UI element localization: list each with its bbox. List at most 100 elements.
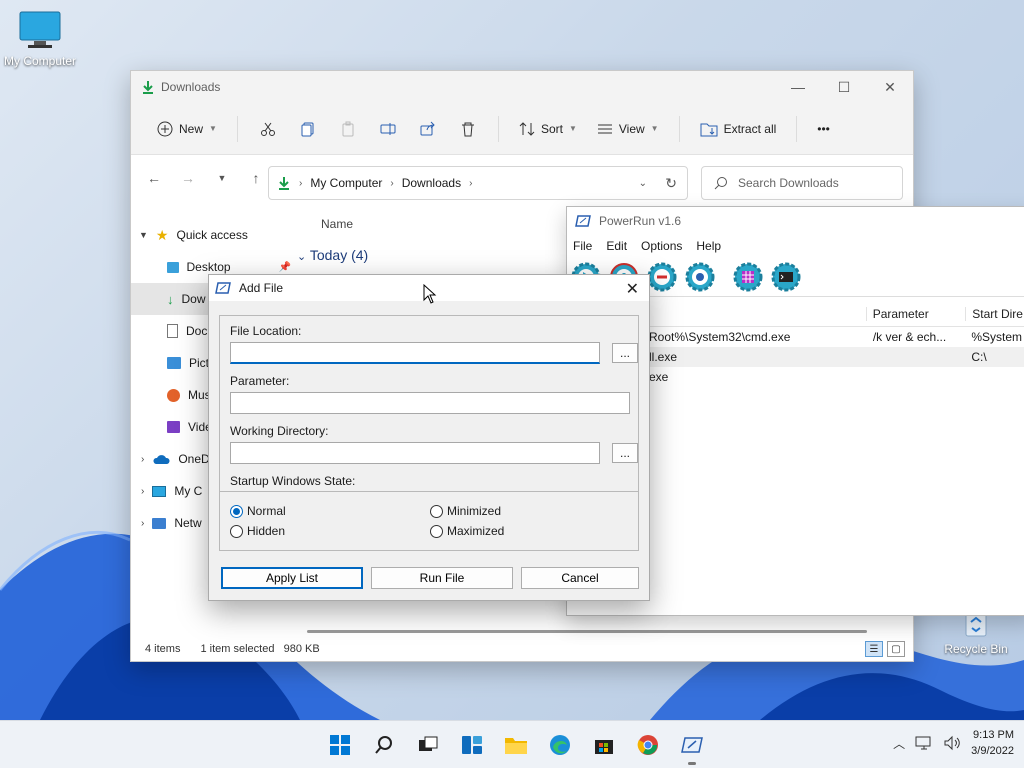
gear-grid-icon <box>733 262 763 291</box>
clock-time: 9:13 PM <box>973 729 1014 741</box>
column-header-name[interactable]: Name <box>321 217 353 231</box>
grid-button[interactable] <box>731 260 765 294</box>
parameter-input[interactable] <box>230 392 630 414</box>
window-title: Downloads <box>161 80 221 94</box>
breadcrumb-my-computer[interactable]: My Computer <box>310 176 382 190</box>
radio-normal[interactable]: Normal <box>230 504 286 518</box>
sort-button[interactable]: Sort ▼ <box>511 115 585 143</box>
new-button[interactable]: New ▼ <box>149 115 225 143</box>
up-arrow-icon[interactable]: ↑ <box>245 170 267 186</box>
extract-all-button[interactable]: Extract all <box>692 115 785 143</box>
large-icons-view-button[interactable]: ▢ <box>887 641 905 657</box>
column-header-start-directory[interactable]: Start Dire <box>965 306 1024 321</box>
paste-button[interactable] <box>330 121 366 137</box>
rename-button[interactable] <box>370 121 406 137</box>
command-prompt-button[interactable] <box>769 260 803 294</box>
powerrun-app-icon <box>215 282 231 294</box>
chevron-right-icon: › <box>141 485 145 497</box>
recent-locations-chevron-icon[interactable]: ▼ <box>211 173 233 183</box>
close-button[interactable]: ✕ <box>867 71 913 103</box>
view-button[interactable]: View ▼ <box>589 115 667 143</box>
chevron-right-icon: › <box>141 517 145 529</box>
refresh-icon[interactable]: ↻ <box>665 175 677 192</box>
nav-item-quick-access[interactable]: ▼ ★ Quick access <box>131 219 291 251</box>
chevron-down-icon: ⌄ <box>297 251 307 263</box>
widgets-button[interactable] <box>452 729 492 761</box>
store-button[interactable] <box>584 729 624 761</box>
share-button[interactable] <box>410 121 446 137</box>
menu-options[interactable]: Options <box>641 239 682 253</box>
powerrun-app-icon <box>575 215 591 227</box>
network-icon[interactable] <box>915 735 933 751</box>
search-button[interactable] <box>364 729 404 761</box>
apply-list-button[interactable]: Apply List <box>221 567 363 589</box>
working-directory-input[interactable] <box>230 442 600 464</box>
clock-date: 3/9/2022 <box>971 745 1014 757</box>
cut-button[interactable] <box>250 121 286 137</box>
nav-item-label: Netw <box>174 516 202 530</box>
maximize-button[interactable]: ☐ <box>821 71 867 103</box>
delete-button[interactable] <box>450 121 486 137</box>
close-icon[interactable]: ✕ <box>626 279 639 299</box>
trash-icon <box>461 122 474 136</box>
chrome-button[interactable] <box>628 729 668 761</box>
more-options-button[interactable]: ••• <box>809 116 838 142</box>
radio-minimized[interactable]: Minimized <box>430 504 501 518</box>
desktop-icon-my-computer[interactable]: My Computer <box>0 10 80 68</box>
nav-item-label: OneD <box>178 452 210 466</box>
task-view-icon <box>419 736 438 751</box>
system-tray: ︿ 9:13 PM 3/9/2022 <box>893 727 1014 759</box>
copy-button[interactable] <box>290 121 326 137</box>
menu-file[interactable]: File <box>573 239 592 253</box>
search-box[interactable]: Search Downloads <box>701 166 903 200</box>
status-selected: 1 item selected 980 KB <box>200 643 319 655</box>
powerrun-titlebar[interactable]: PowerRun v1.6 <box>567 207 1024 235</box>
chevron-up-icon[interactable]: ︿ <box>893 735 905 752</box>
sort-icon <box>519 121 535 136</box>
forward-arrow-icon[interactable]: → <box>177 170 199 186</box>
column-header-parameter[interactable]: Parameter <box>865 306 966 321</box>
store-bag-icon <box>595 740 613 754</box>
radio-label: Hidden <box>247 524 286 538</box>
remove-button[interactable] <box>645 260 679 294</box>
clipboard-icon <box>342 121 354 136</box>
address-bar[interactable]: › My Computer › Downloads › ⌄ ↻ <box>268 166 688 200</box>
more-label: ••• <box>817 121 830 136</box>
nav-item-label: My C <box>174 484 203 498</box>
details-view-button[interactable]: ☰ <box>865 641 883 657</box>
document-icon <box>167 324 178 338</box>
download-arrow-icon <box>279 177 289 190</box>
monitor-icon <box>19 11 61 48</box>
cloud-icon <box>153 455 170 464</box>
new-label: New <box>179 121 204 136</box>
back-arrow-icon[interactable]: ← <box>143 170 165 186</box>
chevron-down-icon[interactable]: ⌄ <box>639 178 647 189</box>
edge-button[interactable] <box>540 729 580 761</box>
cancel-button[interactable]: Cancel <box>521 567 639 589</box>
toolbar-divider <box>497 115 499 142</box>
task-view-button[interactable] <box>408 729 448 761</box>
explorer-titlebar[interactable]: Downloads — ☐ ✕ <box>131 71 913 103</box>
desktop-icon-label: Recycle Bin <box>944 642 1008 656</box>
clock[interactable]: 9:13 PM 3/9/2022 <box>971 727 1014 759</box>
menu-help[interactable]: Help <box>696 239 721 253</box>
radio-hidden[interactable]: Hidden <box>230 524 285 538</box>
browse-file-button[interactable]: ... <box>612 343 638 363</box>
status-selected-label: 1 item selected <box>200 643 275 655</box>
view-label: View <box>618 121 645 136</box>
file-explorer-taskbar-button[interactable] <box>496 729 536 761</box>
volume-icon[interactable] <box>943 735 961 751</box>
menu-edit[interactable]: Edit <box>606 239 627 253</box>
browse-directory-button[interactable]: ... <box>612 443 638 463</box>
powerrun-taskbar-button[interactable] <box>672 729 712 765</box>
run-file-button[interactable]: Run File <box>371 567 513 589</box>
file-location-input[interactable] <box>230 342 600 364</box>
horizontal-scrollbar[interactable] <box>307 630 867 633</box>
minimize-button[interactable]: — <box>775 71 821 103</box>
start-button[interactable] <box>320 729 360 761</box>
widgets-icon <box>462 736 482 754</box>
group-header-today[interactable]: ⌄ Today (4) <box>297 247 368 263</box>
breadcrumb-downloads[interactable]: Downloads <box>402 176 461 190</box>
radio-maximized[interactable]: Maximized <box>430 524 504 538</box>
edit-button[interactable] <box>683 260 717 294</box>
